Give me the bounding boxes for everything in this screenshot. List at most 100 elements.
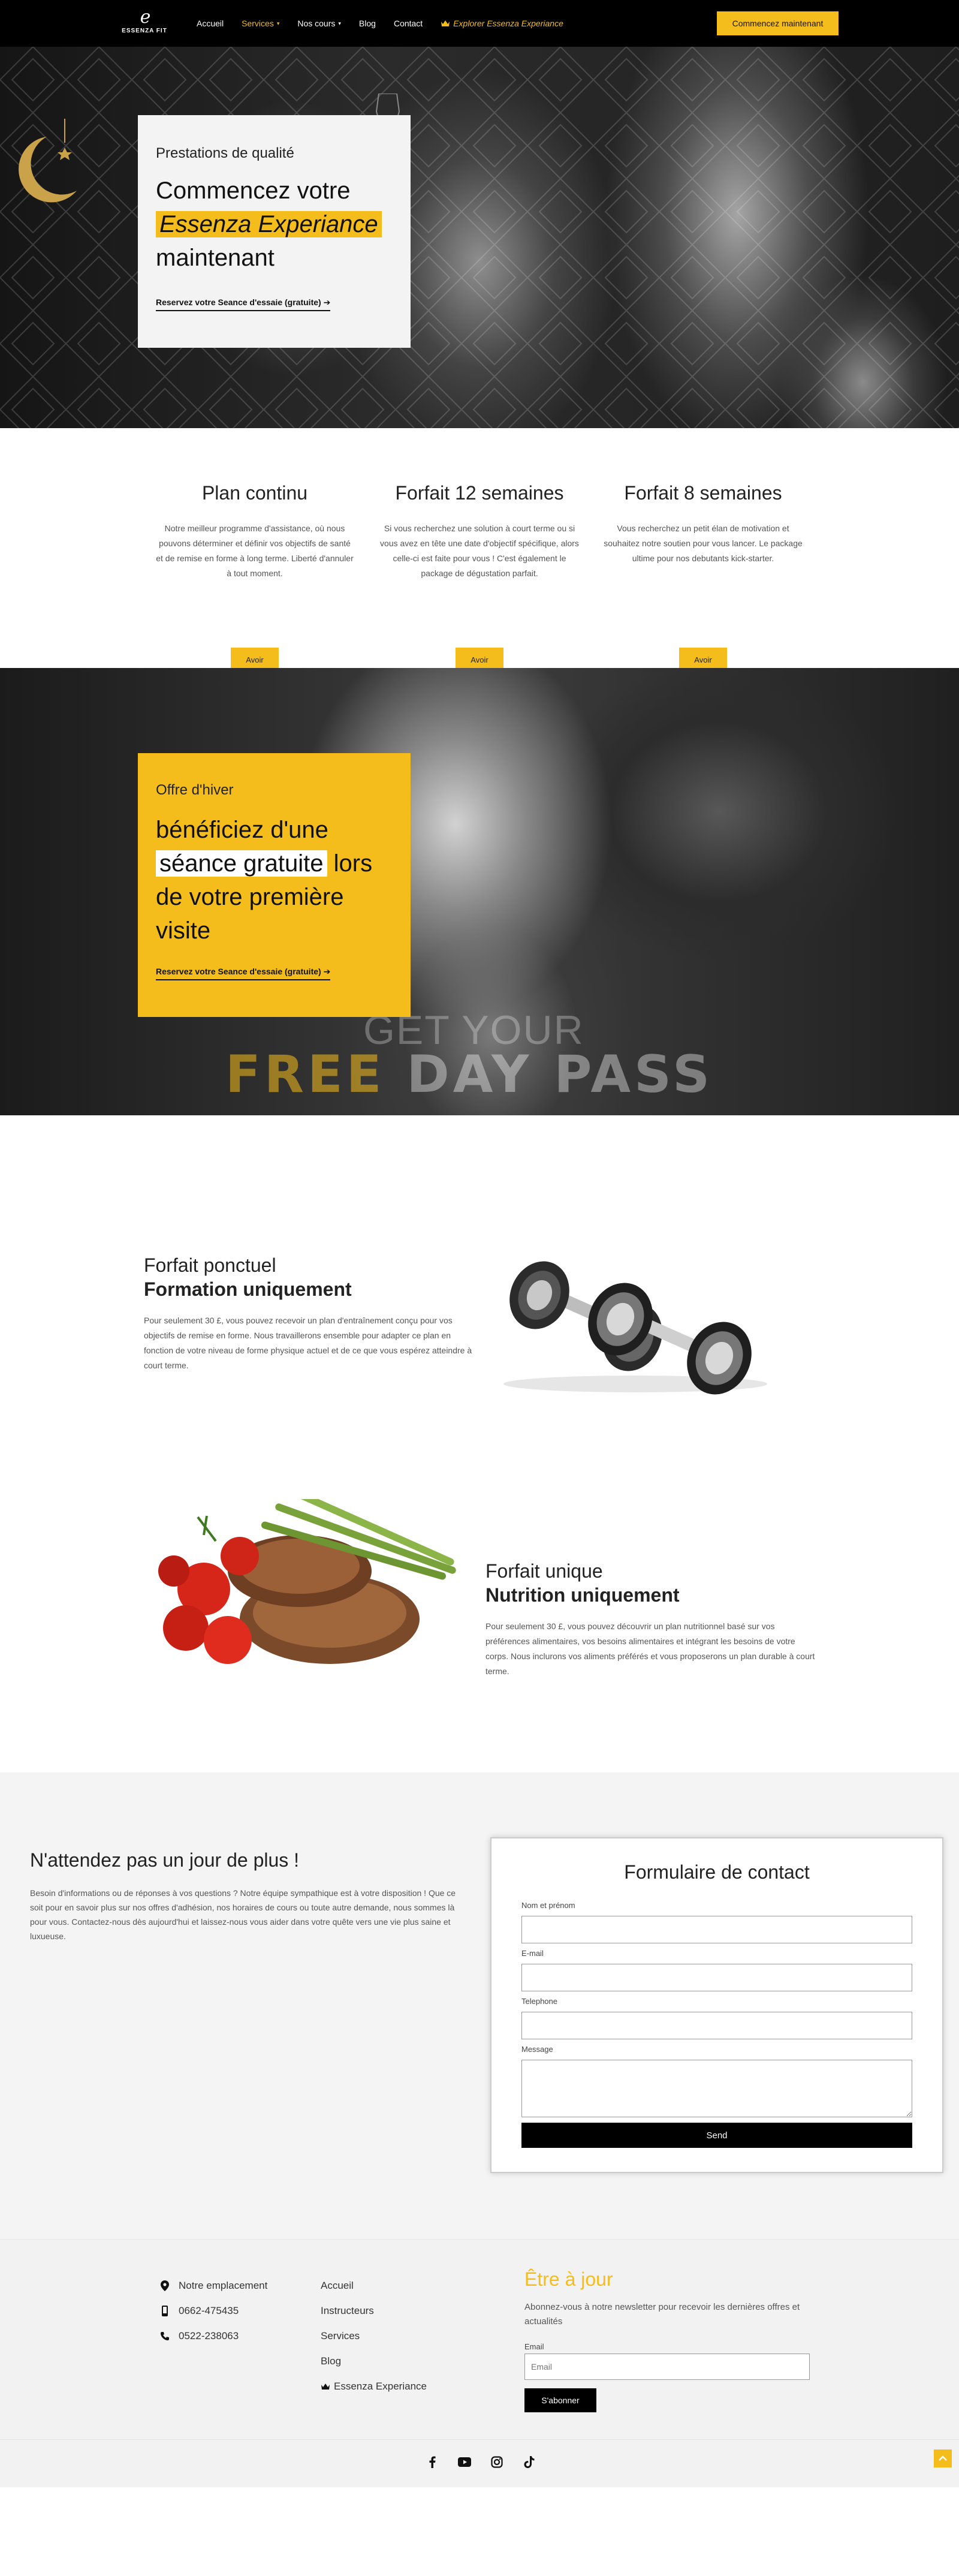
nutrition-text: Forfait unique Nutrition uniquement Pour… [485, 1559, 815, 1679]
training-title-line2: Formation uniquement [144, 1278, 352, 1300]
plan-text: Si vous recherchez une solution à court … [380, 523, 579, 578]
chevron-up-icon[interactable] [934, 2449, 952, 2467]
footer-contact-info: Notre emplacement 0662-475435 0522-23806… [159, 2273, 267, 2349]
training-title: Forfait ponctuel Formation uniquement [144, 1253, 474, 1301]
hero-title-line3: maintenant [156, 245, 275, 271]
footer-link-blog[interactable]: Blog [321, 2349, 427, 2374]
hero-book-link[interactable]: Reservez votre Seance d'essaie (gratuite… [156, 297, 331, 311]
subscribe-button[interactable]: S'abonner [524, 2388, 596, 2412]
footer-link-instructors[interactable]: Instructeurs [321, 2298, 427, 2324]
footer-phone[interactable]: 0522-238063 [159, 2324, 267, 2349]
nav-courses-label: Nos cours [297, 19, 336, 28]
name-label: Nom et prénom [521, 1901, 575, 1910]
footer-link-experience-label: Essenza Experiance [334, 2381, 427, 2392]
newsletter-email-input[interactable] [524, 2354, 810, 2380]
footer-link-experience[interactable]: Essenza Experiance [321, 2374, 427, 2399]
nav-services-label: Services [242, 19, 274, 28]
plan-card: Plan continu Notre meilleur programme d'… [150, 482, 360, 672]
winter-title-highlight: séance gratuite [156, 850, 327, 877]
plan-title: Forfait 12 semaines [395, 482, 564, 504]
nutrition-title: Forfait unique Nutrition uniquement [485, 1559, 815, 1607]
message-textarea[interactable] [521, 2060, 912, 2117]
contact-intro: N'attendez pas un jour de plus ! Besoin … [30, 1849, 462, 1943]
name-input[interactable] [521, 1916, 912, 1943]
plan-text: Vous recherchez un petit élan de motivat… [604, 523, 803, 563]
start-now-button[interactable]: Commencez maintenant [717, 11, 839, 35]
instagram-icon[interactable] [490, 2455, 503, 2469]
newsletter: Être à jour Abonnez-vous à notre newslet… [524, 2268, 812, 2412]
email-label: E-mail [521, 1949, 544, 1958]
winter-book-link[interactable]: Reservez votre Seance d'essaie (gratuite… [156, 967, 331, 980]
email-input[interactable] [521, 1964, 912, 1991]
footer-phone1: 0662-475435 [179, 2305, 239, 2316]
nav-blog-label: Blog [358, 19, 376, 28]
winter-title-line1: bénéficiez d'une [156, 817, 328, 843]
nav-services[interactable]: Services ▾ [242, 19, 279, 28]
hero-title-line1: Commencez votre [156, 177, 351, 204]
nav-explore[interactable]: Explorer Essenza Experiance [441, 19, 563, 28]
map-pin-icon [161, 2280, 169, 2291]
plan-title: Plan continu [201, 482, 308, 504]
plan-card: Forfait 12 semaines Si vous recherchez u… [375, 482, 584, 672]
phone-field-group: Telephone [521, 1997, 912, 2039]
hero-title: Commencez votre Essenza Experiance maint… [156, 174, 393, 275]
winter-title-after: lors [333, 850, 373, 877]
hero-title-highlight: Essenza Experiance [156, 211, 382, 237]
footer-links: Accueil Instructeurs Services Blog Essen… [321, 2273, 427, 2399]
hero-kicker: Prestations de qualité [156, 145, 294, 161]
crescent-moon-icon [19, 119, 77, 203]
nav-home[interactable]: Accueil [197, 19, 224, 28]
nav-courses[interactable]: Nos cours ▾ [297, 19, 341, 28]
phone-input[interactable] [521, 2012, 912, 2039]
newsletter-email-label: Email [524, 2342, 544, 2351]
logo[interactable]: e ESSENZA FIT [117, 8, 171, 35]
facebook-icon[interactable] [426, 2455, 439, 2469]
training-desc: Pour seulement 30 £, vous pouvez recevoi… [144, 1316, 472, 1370]
footer-link-services[interactable]: Services [321, 2324, 427, 2349]
message-field-group: Message [521, 2045, 912, 2117]
footer-bottom-bar [0, 2439, 959, 2487]
phone-icon [161, 2332, 169, 2340]
winter-kicker: Offre d'hiver [156, 782, 234, 798]
hero-section: Prestations de qualité Commencez votre E… [0, 47, 959, 428]
footer-location[interactable]: Notre emplacement [159, 2273, 267, 2298]
winter-offer-section: GET YOUR FREE DAY PASS Offre d'hiver bén… [0, 668, 959, 1115]
footer-phone2: 0522-238063 [179, 2330, 239, 2342]
message-label: Message [521, 2045, 553, 2054]
nav-home-label: Accueil [197, 19, 224, 28]
plans-section: Plan continu Notre meilleur programme d'… [0, 428, 959, 672]
chevron-down-icon: ▾ [276, 20, 280, 26]
contact-form: Formulaire de contact Nom et prénom E-ma… [490, 1837, 943, 2173]
nutrition-title-line1: Forfait unique [485, 1560, 603, 1582]
nav-contact[interactable]: Contact [394, 19, 423, 28]
main-nav: Accueil Services ▾ Nos cours ▾ Blog Contac… [197, 0, 563, 47]
footer-location-label: Notre emplacement [179, 2280, 268, 2291]
newsletter-title: Être à jour [524, 2268, 613, 2290]
tiktok-icon[interactable] [523, 2455, 536, 2469]
contact-heading: N'attendez pas un jour de plus ! [30, 1849, 300, 1871]
nav-blog[interactable]: Blog [359, 19, 376, 28]
dumbbell-image [503, 1261, 767, 1395]
send-button[interactable]: Send [521, 2123, 912, 2148]
newsletter-text: Abonnez-vous à notre newsletter pour rec… [524, 2302, 800, 2327]
footer-mobile[interactable]: 0662-475435 [159, 2298, 267, 2324]
banner-rest: DAY PASS [406, 1045, 714, 1105]
banner-free: FREE [225, 1045, 385, 1105]
youtube-icon[interactable] [458, 2455, 471, 2469]
plan-title: Forfait 8 semaines [624, 482, 782, 504]
crown-icon [321, 2384, 330, 2390]
name-field-group: Nom et prénom [521, 1901, 912, 1943]
chevron-down-icon: ▾ [338, 20, 341, 26]
contact-text: Besoin d'informations ou de réponses à v… [30, 1888, 456, 1941]
plan-text: Notre meilleur programme d'assistance, o… [156, 523, 354, 578]
footer-link-home[interactable]: Accueil [321, 2273, 427, 2298]
mobile-icon [162, 2306, 168, 2316]
nav-explore-label: Explorer Essenza Experiance [453, 19, 563, 28]
banner-day-pass: FREE DAY PASS [225, 1045, 713, 1105]
crown-icon [441, 20, 450, 26]
steak-vegetables-image [158, 1499, 456, 1664]
hero-card: Prestations de qualité Commencez votre E… [138, 115, 411, 348]
site-footer: Notre emplacement 0662-475435 0522-23806… [0, 2239, 959, 2439]
form-title: Formulaire de contact [624, 1861, 810, 1883]
phone-label: Telephone [521, 1997, 557, 2006]
